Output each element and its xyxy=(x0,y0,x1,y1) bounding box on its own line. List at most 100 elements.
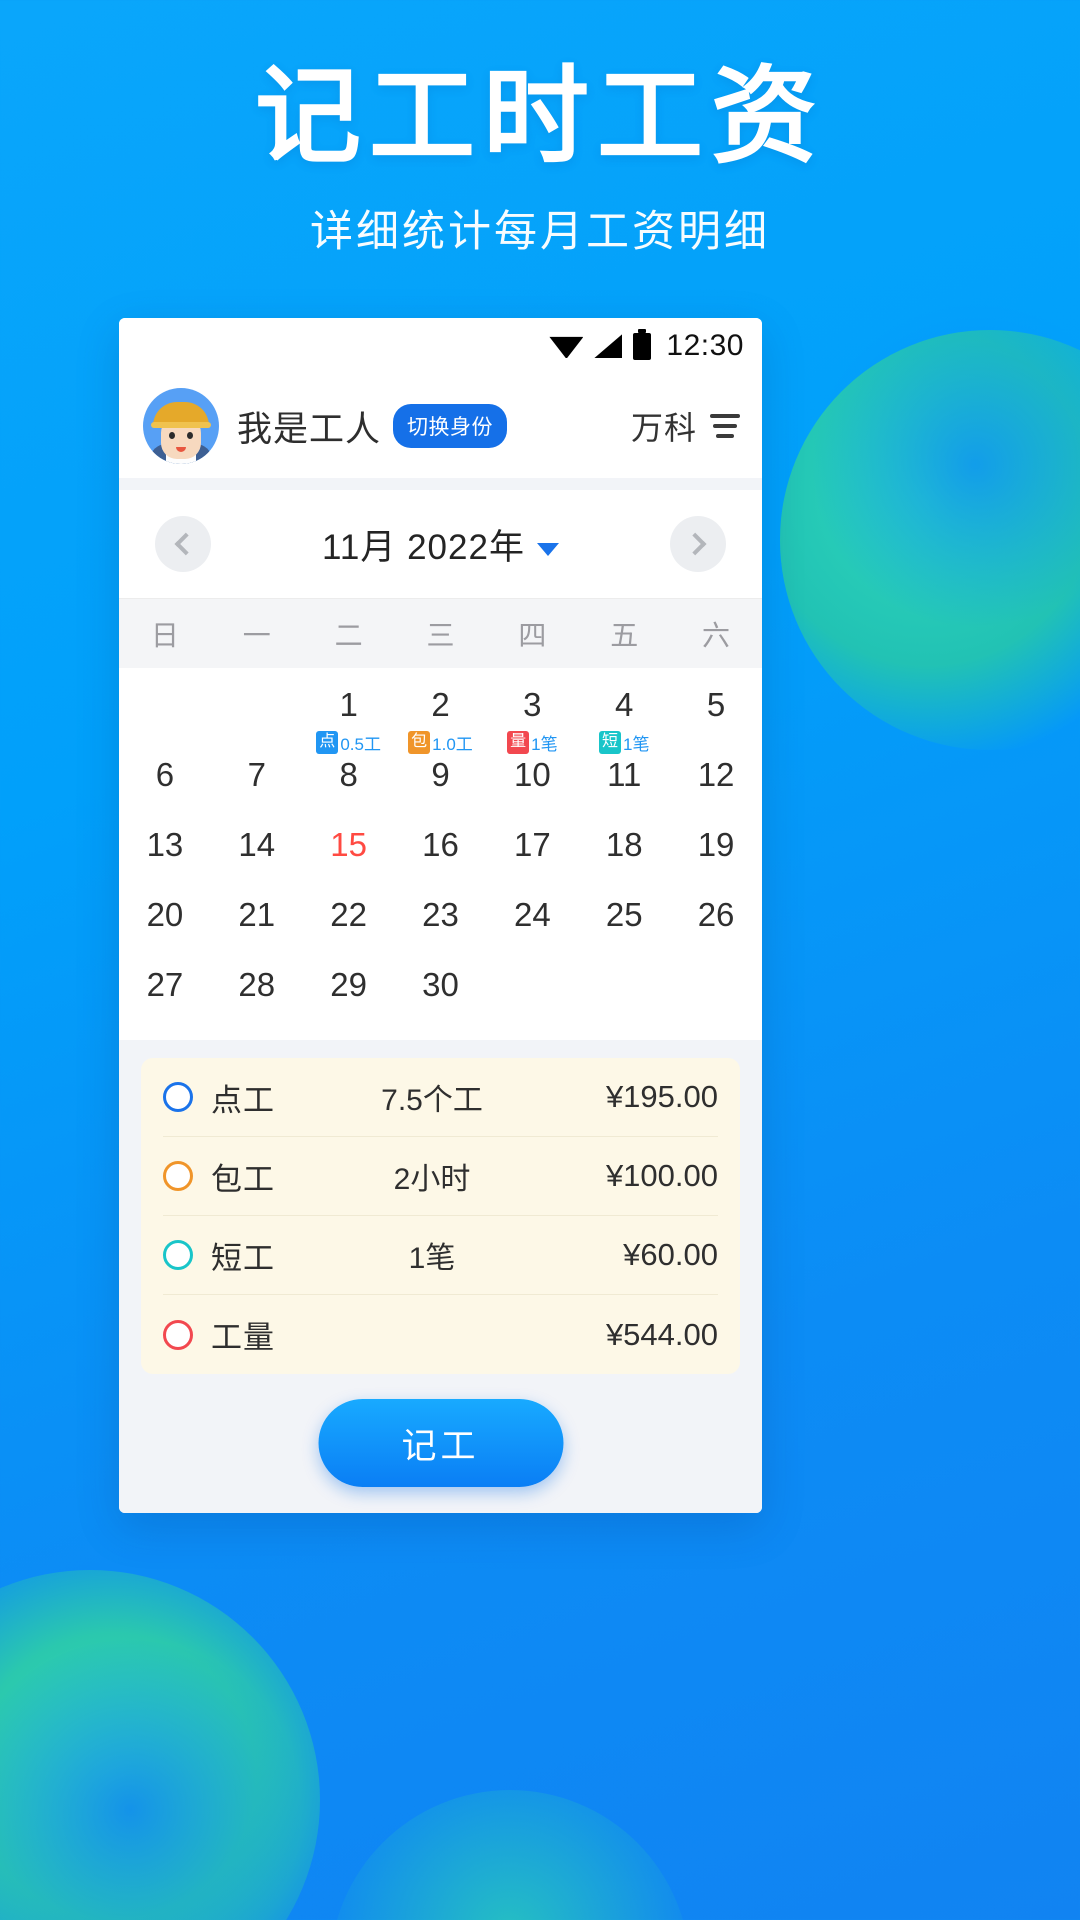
calendar-day-18[interactable]: 18 xyxy=(578,820,670,890)
weekday-3: 三 xyxy=(426,619,455,651)
hero-section: 记工时工资 详细统计每月工资明细 xyxy=(0,0,1080,259)
calendar-day-11[interactable]: 11 xyxy=(578,750,670,820)
calendar-day-number: 12 xyxy=(697,756,735,793)
background-blob-bottom-left-blue xyxy=(0,1640,300,1920)
summary-dot-icon xyxy=(163,1082,193,1112)
summary-amount: ¥60.00 xyxy=(623,1237,718,1272)
status-bar-time: 12:30 xyxy=(666,329,744,362)
summary-amount: ¥100.00 xyxy=(605,1158,718,1193)
calendar-day-7[interactable]: 7 xyxy=(211,750,303,820)
summary-section: 点工 7.5个工 ¥195.00 包工 2小时 ¥100.00 短工 1笔 ¥60.00 工量 ¥5… xyxy=(119,1040,762,1513)
prev-month-button[interactable] xyxy=(155,516,211,572)
weekday-header: 日一二三四五六 xyxy=(119,598,762,668)
company-name[interactable]: 万科 xyxy=(631,403,697,449)
calendar-day-number: 6 xyxy=(155,756,175,793)
app-header: 我是工人 切换身份 万科 xyxy=(119,374,762,478)
calendar-day-6[interactable]: 6 xyxy=(119,750,211,820)
phone-mockup: 12:30 我是工人 切换身份 万科 11月 2022年 日 一 二 三 四 五 六 1点0… xyxy=(119,318,762,1513)
avatar[interactable] xyxy=(143,388,219,464)
calendar-day-number: 29 xyxy=(330,966,367,1003)
calendar-day-25[interactable]: 25 xyxy=(578,890,670,960)
calendar-day-19[interactable]: 19 xyxy=(670,820,762,890)
calendar-day-2[interactable]: 2 包 1.0工 xyxy=(395,680,487,754)
calendar-day-10[interactable]: 10 xyxy=(486,750,578,820)
calendar-day-number: 3 xyxy=(523,686,542,723)
calendar-day-27[interactable]: 27 xyxy=(119,960,211,1030)
summary-row[interactable]: 短工 1笔 ¥60.00 xyxy=(163,1216,718,1295)
month-label[interactable]: 11月 2022年 xyxy=(322,519,559,570)
calendar-grid: 1 点 0.5工 2 包 1.0工 3 量 1笔 4 短 1笔 5 6 7 8 9 10 11 12 13 14 15 16 1… xyxy=(119,668,762,1040)
caret-down-icon[interactable] xyxy=(536,542,559,556)
calendar-day-16[interactable]: 16 xyxy=(395,820,487,890)
calendar-day-26[interactable]: 26 xyxy=(670,890,762,960)
calendar-day-23[interactable]: 23 xyxy=(395,890,487,960)
calendar-day-8[interactable]: 8 xyxy=(303,750,395,820)
calendar-day-number: 20 xyxy=(146,896,184,933)
calendar-day-number: 9 xyxy=(431,756,450,793)
calendar-day-20[interactable]: 20 xyxy=(119,890,211,960)
switch-identity-button[interactable]: 切换身份 xyxy=(393,404,508,448)
summary-dot-icon xyxy=(163,1161,193,1191)
calendar-day-number: 18 xyxy=(605,826,643,863)
summary-label: 短工 xyxy=(211,1240,275,1276)
calendar-day-number: 24 xyxy=(513,896,551,933)
battery-icon xyxy=(633,328,652,360)
calendar-day-number: 21 xyxy=(238,896,276,933)
calendar-day-5[interactable]: 5 xyxy=(670,680,762,750)
calendar-day-number: 15 xyxy=(330,826,367,863)
status-bar: 12:30 xyxy=(119,318,762,374)
summary-quantity: 7.5个工 xyxy=(381,1084,483,1117)
hero-subtitle: 详细统计每月工资明细 xyxy=(310,207,770,256)
calendar-day-3[interactable]: 3 量 1笔 xyxy=(486,680,578,754)
background-blob-bottom-center-green xyxy=(330,1790,690,1920)
summary-dot-icon xyxy=(163,1240,193,1270)
next-month-button[interactable] xyxy=(669,516,726,572)
calendar-blank xyxy=(119,680,211,750)
calendar-day-number: 27 xyxy=(146,966,184,1003)
record-work-button[interactable]: 记工 xyxy=(318,1399,563,1487)
calendar-day-15[interactable]: 15 xyxy=(303,820,395,890)
calendar-day-17[interactable]: 17 xyxy=(486,820,578,890)
hero-title: 记工时工资 xyxy=(255,58,825,176)
calendar-day-number: 4 xyxy=(615,686,634,723)
calendar-day-21[interactable]: 21 xyxy=(211,890,303,960)
weekday-5: 五 xyxy=(610,619,639,651)
weekday-4: 四 xyxy=(518,619,547,651)
summary-list: 点工 7.5个工 ¥195.00 包工 2小时 ¥100.00 短工 1笔 ¥60.00 工量 ¥5… xyxy=(141,1058,740,1374)
calendar-day-number: 16 xyxy=(422,826,459,863)
calendar-day-13[interactable]: 13 xyxy=(119,820,211,890)
weekday-6: 六 xyxy=(702,619,731,651)
calendar-day-30[interactable]: 30 xyxy=(395,960,487,1030)
calendar-day-22[interactable]: 22 xyxy=(303,890,395,960)
calendar-day-12[interactable]: 12 xyxy=(670,750,762,820)
summary-dot-icon xyxy=(163,1319,193,1350)
weekday-2: 二 xyxy=(334,619,363,651)
summary-label: 包工 xyxy=(211,1161,275,1197)
calendar-blank xyxy=(211,680,303,750)
summary-label: 点工 xyxy=(211,1082,275,1118)
summary-row[interactable]: 工量 ¥544.00 xyxy=(163,1295,718,1374)
summary-row[interactable]: 点工 7.5个工 ¥195.00 xyxy=(163,1058,718,1137)
calendar-day-1[interactable]: 1 点 0.5工 xyxy=(303,680,395,754)
user-name: 我是工人 xyxy=(237,409,382,449)
calendar-day-number: 2 xyxy=(431,686,450,723)
weekday-1: 一 xyxy=(242,619,271,651)
summary-row[interactable]: 包工 2小时 ¥100.00 xyxy=(163,1137,718,1216)
calendar-day-4[interactable]: 4 短 1笔 xyxy=(578,680,670,754)
summary-amount: ¥544.00 xyxy=(605,1316,718,1352)
header-divider xyxy=(119,478,762,490)
background-blob-top-right-green xyxy=(780,330,1080,750)
summary-quantity: 1笔 xyxy=(408,1242,456,1275)
calendar-day-number: 11 xyxy=(607,756,642,793)
calendar-day-14[interactable]: 14 xyxy=(211,820,303,890)
calendar-day-24[interactable]: 24 xyxy=(486,890,578,960)
calendar-day-29[interactable]: 29 xyxy=(303,960,395,1030)
calendar-day-9[interactable]: 9 xyxy=(395,750,487,820)
calendar-day-28[interactable]: 28 xyxy=(211,960,303,1030)
wifi-icon xyxy=(549,336,584,358)
list-menu-icon[interactable] xyxy=(710,414,740,438)
summary-label: 工量 xyxy=(211,1320,275,1355)
background-blob-top-right-blue xyxy=(810,300,1080,630)
calendar-day-number: 13 xyxy=(146,826,184,863)
calendar-day-number: 26 xyxy=(697,896,735,933)
